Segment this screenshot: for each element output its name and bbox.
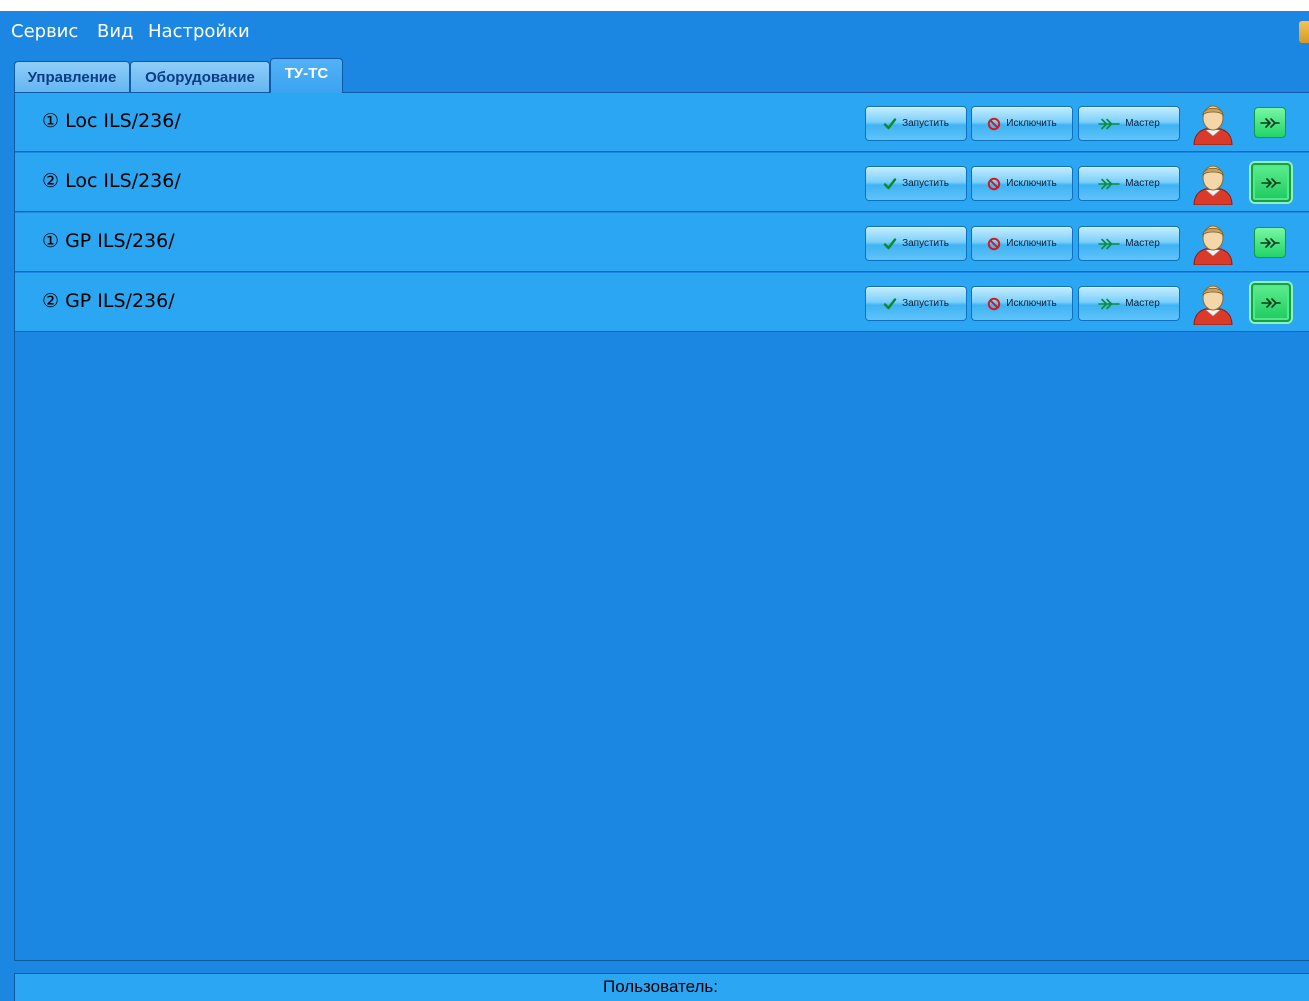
prohibited-icon <box>988 117 1001 130</box>
device-row-1: ① Loc ILS/236/ Запустить Исключить Масте… <box>15 93 1309 152</box>
double-arrow-icon <box>1098 238 1120 249</box>
application-window: Сервис Вид Настройки Управление Оборудов… <box>0 11 1309 1001</box>
master-button[interactable]: Мастер <box>1078 166 1180 201</box>
run-button[interactable]: Запустить <box>865 286 967 321</box>
prohibited-icon <box>988 237 1001 250</box>
double-arrow-right-icon <box>1260 237 1280 248</box>
exclude-button-label: Исключить <box>1006 298 1057 309</box>
menu-view[interactable]: Вид <box>97 21 134 42</box>
go-button[interactable] <box>1254 107 1286 138</box>
device-title: ② Loc ILS/236/ <box>42 170 181 192</box>
exclude-button[interactable]: Исключить <box>971 286 1073 321</box>
device-title: ① GP ILS/236/ <box>42 230 175 252</box>
run-button[interactable]: Запустить <box>865 166 967 201</box>
tu-ts-panel: ① Loc ILS/236/ Запустить Исключить Масте… <box>14 92 1309 961</box>
checkmark-icon <box>883 297 897 309</box>
status-bar: Пользователь: <box>14 973 1309 1001</box>
master-button-label: Мастер <box>1125 118 1160 129</box>
master-button[interactable]: Мастер <box>1078 226 1180 261</box>
double-arrow-icon <box>1098 298 1120 309</box>
master-button[interactable]: Мастер <box>1078 106 1180 141</box>
menu-service[interactable]: Сервис <box>11 21 78 42</box>
master-button-label: Мастер <box>1125 238 1160 249</box>
prohibited-icon <box>988 297 1001 310</box>
tab-control[interactable]: Управление <box>14 61 130 92</box>
master-button[interactable]: Мастер <box>1078 286 1180 321</box>
device-row-2: ② Loc ILS/236/ Запустить Исключить Масте… <box>15 153 1309 212</box>
go-button[interactable] <box>1254 227 1286 258</box>
double-arrow-right-icon <box>1261 297 1281 308</box>
exclude-button[interactable]: Исключить <box>971 166 1073 201</box>
master-button-label: Мастер <box>1125 178 1160 189</box>
exclude-button[interactable]: Исключить <box>971 226 1073 261</box>
tab-equipment[interactable]: Оборудование <box>130 61 270 92</box>
run-button-label: Запустить <box>902 298 949 309</box>
run-button-label: Запустить <box>902 178 949 189</box>
run-button-label: Запустить <box>902 118 949 129</box>
device-title: ① Loc ILS/236/ <box>42 110 181 132</box>
exclude-button[interactable]: Исключить <box>971 106 1073 141</box>
exclude-button-label: Исключить <box>1006 238 1057 249</box>
status-user-label: Пользователь: <box>602 977 719 996</box>
device-row-4: ② GP ILS/236/ Запустить Исключить Мастер <box>15 273 1309 332</box>
run-button[interactable]: Запустить <box>865 106 967 141</box>
prohibited-icon <box>988 177 1001 190</box>
run-button-label: Запустить <box>902 238 949 249</box>
user-red-icon[interactable] <box>1190 103 1236 145</box>
double-arrow-right-icon <box>1261 177 1281 188</box>
user-red-icon[interactable] <box>1190 283 1236 325</box>
user-red-icon[interactable] <box>1190 163 1236 205</box>
exclude-button-label: Исключить <box>1006 178 1057 189</box>
device-title: ② GP ILS/236/ <box>42 290 175 312</box>
go-button[interactable] <box>1251 283 1291 322</box>
checkmark-icon <box>883 117 897 129</box>
menu-bar: Сервис Вид Настройки <box>0 11 1309 55</box>
run-button[interactable]: Запустить <box>865 226 967 261</box>
master-button-label: Мастер <box>1125 298 1160 309</box>
go-button[interactable] <box>1251 163 1291 202</box>
menu-settings[interactable]: Настройки <box>148 21 250 42</box>
notification-icon[interactable] <box>1299 21 1309 43</box>
double-arrow-right-icon <box>1260 117 1280 128</box>
checkmark-icon <box>883 177 897 189</box>
exclude-button-label: Исключить <box>1006 118 1057 129</box>
user-red-icon[interactable] <box>1190 223 1236 265</box>
double-arrow-icon <box>1098 178 1120 189</box>
double-arrow-icon <box>1098 118 1120 129</box>
device-row-3: ① GP ILS/236/ Запустить Исключить Мастер <box>15 213 1309 272</box>
tab-tu-ts[interactable]: ТУ-ТС <box>270 58 343 93</box>
checkmark-icon <box>883 237 897 249</box>
